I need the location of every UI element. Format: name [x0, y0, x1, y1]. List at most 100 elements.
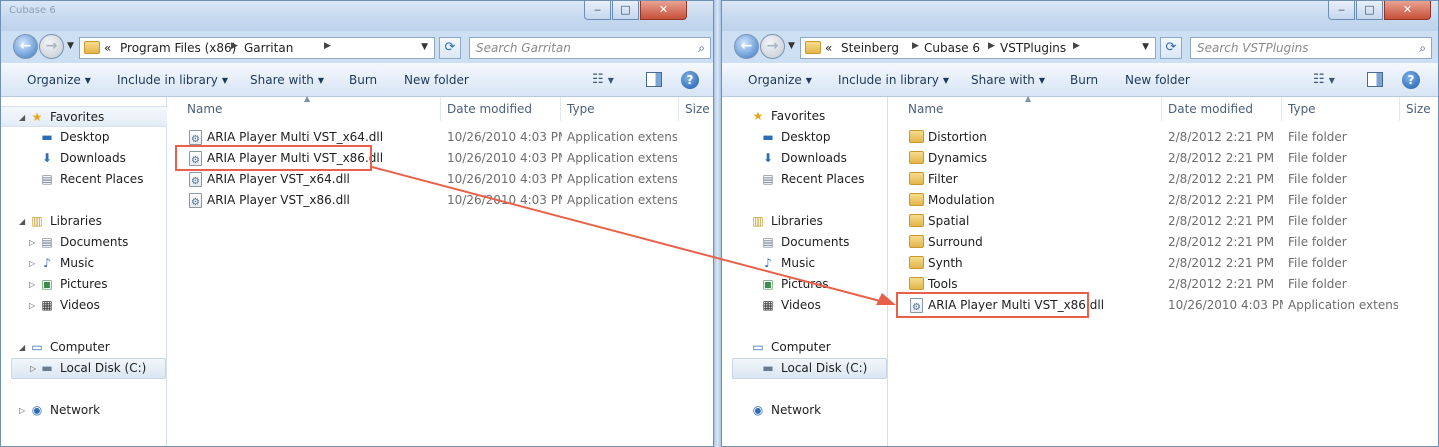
search-icon[interactable]: ⌕ — [698, 41, 705, 56]
column-header-size[interactable]: Size — [1400, 97, 1436, 121]
nav-computer[interactable]: ◢ ▭ Computer — [1, 337, 167, 358]
folder-row[interactable]: Modulation 2/8/2012 2:21 PM File folder — [888, 190, 1438, 211]
nav-music[interactable]: ♪ Music — [722, 253, 888, 274]
title-bar[interactable]: ‒ □ ✕ — [722, 1, 1438, 31]
nav-videos[interactable]: ▷ ▦ Videos — [1, 295, 167, 316]
collapse-arrow-icon[interactable]: ▷ — [29, 295, 35, 316]
collapse-arrow-icon[interactable]: ▷ — [30, 359, 36, 378]
burn-button[interactable]: Burn — [1070, 73, 1098, 87]
collapse-arrow-icon[interactable]: ▷ — [29, 253, 35, 274]
forward-button[interactable]: → — [39, 34, 64, 59]
search-icon[interactable]: ⌕ — [1419, 41, 1426, 56]
nav-documents[interactable]: ▤ Documents — [722, 232, 888, 253]
nav-downloads[interactable]: ⬇ Downloads — [722, 148, 888, 169]
include-in-library-menu[interactable]: Include in library ▼ — [117, 73, 228, 87]
nav-recent-places[interactable]: ▤ Recent Places — [1, 169, 167, 190]
back-button[interactable]: ← — [13, 34, 38, 59]
nav-favorites[interactable]: ★ Favorites — [722, 106, 888, 127]
back-button[interactable]: ← — [734, 34, 759, 59]
help-icon[interactable]: ? — [1402, 71, 1420, 89]
nav-desktop[interactable]: ▬ Desktop — [1, 127, 167, 148]
nav-computer[interactable]: ▭ Computer — [722, 337, 888, 358]
nav-music[interactable]: ▷ ♪ Music — [1, 253, 167, 274]
address-segment[interactable]: Program Files (x86) — [120, 41, 236, 55]
organize-menu[interactable]: Organize ▼ — [748, 73, 812, 87]
chevron-right-icon[interactable]: ▶ — [1073, 41, 1080, 51]
include-in-library-menu[interactable]: Include in library ▼ — [838, 73, 949, 87]
view-options-icon[interactable]: ☷ ▼ — [592, 72, 614, 87]
collapse-arrow-icon[interactable]: ▷ — [19, 400, 25, 421]
nav-network[interactable]: ◉ Network — [722, 400, 888, 421]
folder-row[interactable]: Spatial 2/8/2012 2:21 PM File folder — [888, 211, 1438, 232]
close-button[interactable]: ✕ — [1384, 1, 1431, 20]
recent-pages-dropdown-icon[interactable]: ▼ — [67, 41, 74, 51]
minimize-button[interactable]: ‒ — [1328, 1, 1355, 20]
new-folder-button[interactable]: New folder — [404, 73, 469, 87]
address-segment[interactable]: Cubase 6 — [924, 41, 980, 55]
column-header-name[interactable]: Name — [181, 97, 441, 121]
expand-arrow-icon[interactable]: ◢ — [19, 211, 25, 232]
nav-videos[interactable]: ▦ Videos — [722, 295, 888, 316]
address-segment[interactable]: VSTPlugins — [1000, 41, 1066, 55]
chevron-right-icon[interactable]: ▶ — [231, 41, 238, 51]
preview-pane-icon[interactable] — [646, 72, 662, 87]
share-with-menu[interactable]: Share with ▼ — [971, 73, 1045, 87]
forward-button[interactable]: → — [760, 34, 785, 59]
collapse-arrow-icon[interactable]: ▷ — [29, 232, 35, 253]
folder-row[interactable]: Dynamics 2/8/2012 2:21 PM File folder — [888, 148, 1438, 169]
expand-arrow-icon[interactable]: ◢ — [19, 337, 25, 358]
column-header-size[interactable]: Size — [679, 97, 713, 121]
maximize-button[interactable]: □ — [1356, 1, 1383, 20]
column-header-type[interactable]: Type — [561, 97, 679, 121]
organize-menu[interactable]: Organize ▼ — [27, 73, 91, 87]
minimize-button[interactable]: ‒ — [584, 1, 611, 20]
chevron-right-icon[interactable]: ▶ — [912, 41, 919, 51]
close-button[interactable]: ✕ — [640, 1, 687, 20]
nav-downloads[interactable]: ⬇ Downloads — [1, 148, 167, 169]
folder-row[interactable]: Filter 2/8/2012 2:21 PM File folder — [888, 169, 1438, 190]
maximize-button[interactable]: □ — [612, 1, 639, 20]
nav-libraries[interactable]: ◢ ▥ Libraries — [1, 211, 167, 232]
view-options-icon[interactable]: ☷ ▼ — [1313, 72, 1335, 87]
column-header-date[interactable]: Date modified — [441, 97, 561, 121]
new-folder-button[interactable]: New folder — [1125, 73, 1190, 87]
nav-local-disk[interactable]: ▷ ▬ Local Disk (C:) — [11, 358, 166, 379]
nav-pictures[interactable]: ▣ Pictures — [722, 274, 888, 295]
address-overflow[interactable]: « — [825, 41, 832, 55]
column-header-date[interactable]: Date modified — [1162, 97, 1282, 121]
refresh-button[interactable]: ⟳ — [439, 37, 461, 59]
burn-button[interactable]: Burn — [349, 73, 377, 87]
preview-pane-icon[interactable] — [1367, 72, 1383, 87]
folder-row[interactable]: Surround 2/8/2012 2:21 PM File folder — [888, 232, 1438, 253]
title-bar[interactable]: Cubase 6 ‒ □ ✕ — [1, 1, 713, 31]
collapse-arrow-icon[interactable]: ▷ — [29, 274, 35, 295]
chevron-right-icon[interactable]: ▶ — [988, 41, 995, 51]
nav-documents[interactable]: ▷ ▤ Documents — [1, 232, 167, 253]
address-overflow[interactable]: « — [104, 41, 111, 55]
address-segment[interactable]: Garritan — [244, 41, 293, 55]
address-dropdown-icon[interactable]: ▼ — [1142, 42, 1149, 52]
folder-row[interactable]: Distortion 2/8/2012 2:21 PM File folder — [888, 127, 1438, 148]
recent-pages-dropdown-icon[interactable]: ▼ — [788, 41, 795, 51]
nav-favorites[interactable]: ◢ ★ Favorites — [1, 106, 167, 127]
share-with-menu[interactable]: Share with ▼ — [250, 73, 324, 87]
help-icon[interactable]: ? — [681, 71, 699, 89]
address-bar[interactable]: « Program Files (x86) ▶ Garritan ▶ ▼ — [79, 37, 435, 59]
address-bar[interactable]: « Steinberg ▶ Cubase 6 ▶ VSTPlugins ▶ ▼ — [800, 37, 1156, 59]
column-header-type[interactable]: Type — [1282, 97, 1400, 121]
address-dropdown-icon[interactable]: ▼ — [421, 42, 428, 52]
nav-local-disk[interactable]: ▬ Local Disk (C:) — [732, 358, 887, 379]
nav-recent-places[interactable]: ▤ Recent Places — [722, 169, 888, 190]
nav-desktop[interactable]: ▬ Desktop — [722, 127, 888, 148]
refresh-button[interactable]: ⟳ — [1160, 37, 1182, 59]
file-row[interactable]: ARIA Player VST_x86.dll 10/26/2010 4:03 P… — [167, 190, 713, 213]
nav-pictures[interactable]: ▷ ▣ Pictures — [1, 274, 167, 295]
file-row[interactable]: ARIA Player VST_x64.dll 10/26/2010 4:03 P… — [167, 169, 713, 192]
folder-row[interactable]: Synth 2/8/2012 2:21 PM File folder — [888, 253, 1438, 274]
nav-libraries[interactable]: ▥ Libraries — [722, 211, 888, 232]
search-input[interactable]: Search VSTPlugins ⌕ — [1190, 37, 1432, 59]
chevron-right-icon[interactable]: ▶ — [324, 41, 331, 51]
address-segment[interactable]: Steinberg — [841, 41, 899, 55]
expand-arrow-icon[interactable]: ◢ — [19, 107, 25, 128]
search-input[interactable]: Search Garritan ⌕ — [469, 37, 711, 59]
